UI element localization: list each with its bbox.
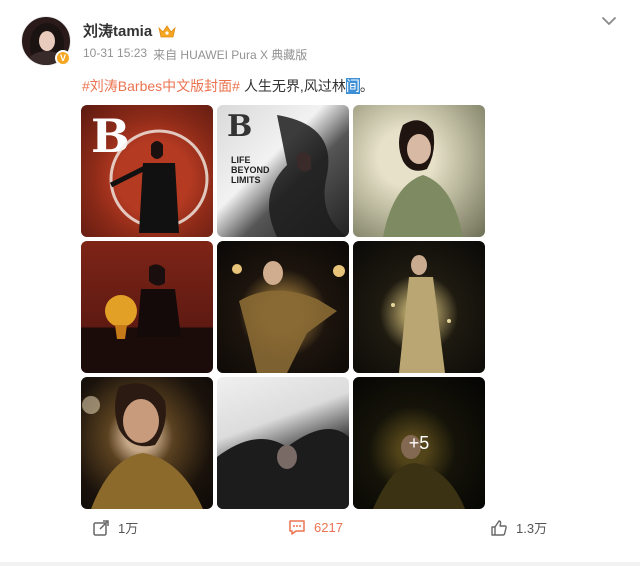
verified-badge-icon: V [55, 50, 71, 66]
tile6-art [391, 255, 451, 373]
tile5-art [232, 261, 345, 373]
like-count: 1.3万 [516, 521, 548, 536]
like-button[interactable]: 1.3万 [490, 518, 547, 537]
share-button[interactable]: 1万 [92, 518, 138, 537]
tile1-art [109, 129, 209, 233]
action-bar: 1万 6217 1.3万 [0, 518, 640, 542]
image-tile-1[interactable]: B [81, 105, 213, 237]
image-tile-5[interactable] [217, 241, 349, 373]
more-images-count[interactable]: +5 [353, 377, 485, 509]
weibo-post-card: V 刘涛tamia 10-31 15:23 来自 HUAWEI Pura X 典… [0, 0, 640, 566]
username-row: 刘涛tamia [83, 20, 176, 41]
post-source: 来自 HUAWEI Pura X 典藏版 [153, 48, 308, 62]
username[interactable]: 刘涛tamia [83, 20, 152, 41]
image-tile-3[interactable] [353, 105, 485, 237]
hashtag-link[interactable]: #刘涛Barbes中文版封面# [82, 76, 240, 96]
post-meta: 10-31 15:23 来自 HUAWEI Pura X 典藏版 [83, 46, 307, 63]
tile8-art [217, 429, 349, 509]
crown-icon [158, 24, 176, 37]
post-text: #刘涛Barbes中文版封面# 人生无界,风过林间。 [82, 76, 374, 96]
post-body-highlight: 间 [345, 78, 360, 94]
share-count: 1万 [118, 521, 139, 536]
tile2-art [269, 115, 347, 237]
post-body-text: 人生无界,风过林 [243, 78, 346, 94]
comment-count: 6217 [314, 519, 343, 535]
tile7-art [82, 383, 203, 509]
comment-button[interactable]: 6217 [288, 518, 343, 536]
image-tile-4[interactable] [81, 241, 213, 373]
image-tile-2[interactable]: B LIFE BEYOND LIMITS [217, 105, 349, 237]
image-tile-8[interactable] [217, 377, 349, 509]
post-body-end: 。 [359, 78, 374, 94]
post-body: 人生无界,风过林间。 [244, 76, 374, 96]
image-grid: B B LIFE BEYOND LIMITS +5 [81, 105, 485, 509]
comment-icon [289, 520, 305, 535]
share-icon [93, 519, 109, 536]
divider [0, 562, 640, 566]
image-tile-6[interactable] [353, 241, 485, 373]
tile3-art [383, 120, 463, 237]
post-time[interactable]: 10-31 15:23 [83, 46, 147, 63]
thumbs-up-icon [491, 519, 507, 536]
tile4-art [105, 264, 181, 339]
chevron-down-icon[interactable] [600, 14, 618, 28]
image-tile-9[interactable]: +5 [353, 377, 485, 509]
avatar-face [39, 31, 55, 51]
image-tile-7[interactable] [81, 377, 213, 509]
